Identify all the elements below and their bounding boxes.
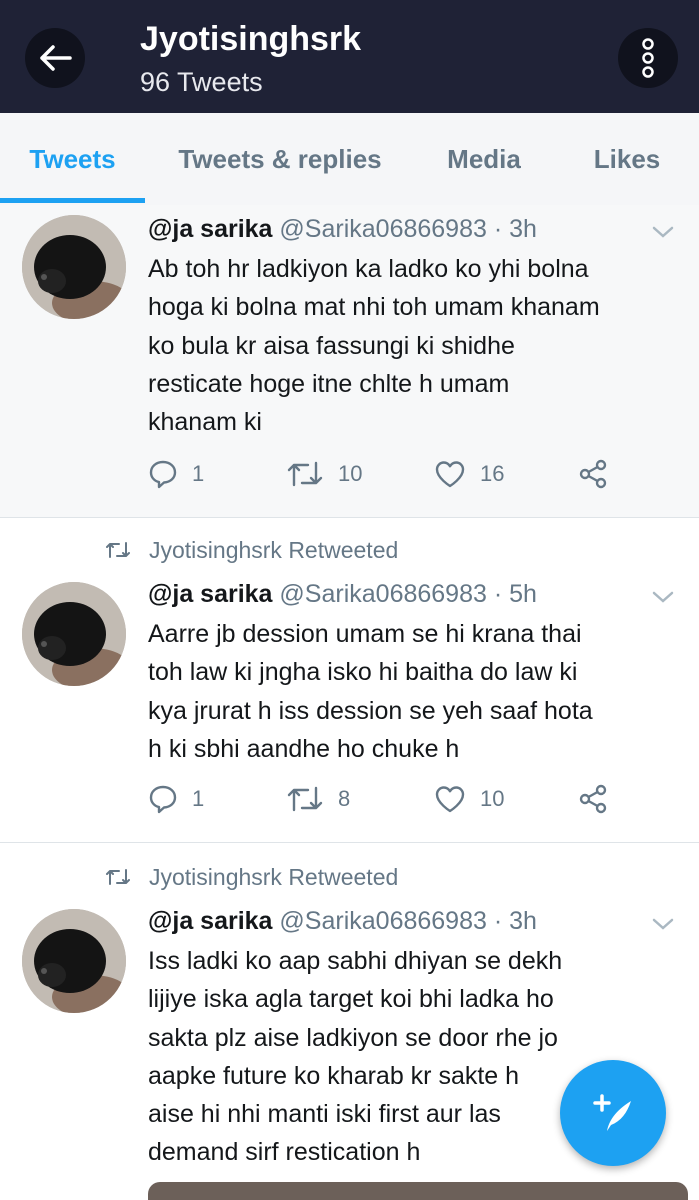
more-vertical-icon (642, 38, 654, 78)
like-count: 16 (480, 461, 505, 486)
share-icon (579, 459, 607, 489)
back-button[interactable] (25, 28, 85, 88)
puppy-avatar-icon (22, 215, 126, 319)
retweet-icon (287, 786, 323, 812)
reply-icon (149, 785, 177, 814)
retweet-button[interactable]: 10 (286, 459, 362, 489)
like-button[interactable]: 10 (434, 784, 504, 814)
like-button[interactable]: 16 (434, 459, 504, 489)
profile-tabs: Tweets Tweets & replies Media Likes (0, 113, 699, 206)
retweet-small-icon (106, 869, 130, 885)
tab-tweets-and-replies[interactable]: Tweets & replies (160, 113, 400, 205)
author-name[interactable]: @ja sarika (148, 215, 272, 243)
author-name[interactable]: @ja sarika (148, 907, 272, 935)
retweet-label[interactable]: Jyotisinghsrk Retweeted (149, 862, 398, 892)
author-name[interactable]: @ja sarika (148, 580, 272, 608)
tweet-card[interactable]: @ja sarika @Sarika06866983 · 3h Ab toh h… (0, 205, 699, 517)
like-count: 10 (480, 786, 505, 811)
retweet-indicator: Jyotisinghsrk Retweeted (105, 535, 398, 565)
retweet-button[interactable]: 8 (286, 784, 350, 814)
share-button[interactable] (578, 459, 622, 489)
heart-icon (435, 461, 465, 488)
author-handle[interactable]: @Sarika06866983 (279, 580, 486, 608)
retweet-count: 8 (338, 786, 351, 811)
tweet-count: 96 Tweets (140, 67, 263, 97)
author-handle[interactable]: @Sarika06866983 (279, 215, 486, 243)
share-button[interactable] (578, 784, 622, 814)
tweet-header: @ja sarika @Sarika06866983 · 3h (148, 905, 537, 937)
tweet-text: Ab toh hr ladkiyon ka ladko ko yhi bolna… (148, 255, 600, 437)
tweet-header: @ja sarika @Sarika06866983 · 3h (148, 213, 537, 245)
tweet-actions: 1 8 10 (0, 784, 699, 824)
retweet-indicator: Jyotisinghsrk Retweeted (105, 862, 398, 892)
chevron-down-icon[interactable] (652, 590, 674, 604)
profile-title-block: Jyotisinghsrk 96 Tweets (140, 18, 361, 100)
reply-count: 1 (192, 461, 205, 486)
compose-tweet-icon (593, 1094, 631, 1131)
separator-dot: · (486, 215, 510, 243)
reply-button[interactable]: 1 (148, 459, 204, 489)
puppy-avatar-icon (22, 909, 126, 1013)
chevron-down-icon[interactable] (652, 917, 674, 931)
avatar[interactable] (22, 909, 126, 1013)
profile-name: Jyotisinghsrk (140, 20, 362, 58)
tweet-card[interactable]: Jyotisinghsrk Retweeted @ja sarika @Sari… (0, 518, 699, 842)
tab-tweets[interactable]: Tweets (0, 113, 145, 205)
app-header: Jyotisinghsrk 96 Tweets (0, 0, 699, 113)
separator-dot: · (486, 580, 510, 608)
avatar[interactable] (22, 582, 126, 686)
avatar[interactable] (22, 215, 126, 319)
retweet-count: 10 (338, 461, 363, 486)
active-tab-indicator (0, 198, 145, 203)
tweet-time: 3h (509, 907, 537, 935)
arrow-left-icon (40, 45, 72, 71)
share-icon (579, 784, 607, 814)
heart-icon (435, 786, 465, 813)
media-preview[interactable] (148, 1182, 688, 1200)
retweet-small-icon (106, 542, 130, 558)
tab-media[interactable]: Media (430, 113, 538, 205)
reply-count: 1 (192, 786, 205, 811)
reply-button[interactable]: 1 (148, 784, 204, 814)
reply-icon (149, 460, 177, 489)
tweet-header: @ja sarika @Sarika06866983 · 5h (148, 578, 537, 610)
retweet-icon (287, 461, 323, 487)
more-options-button[interactable] (618, 28, 678, 88)
tab-likes[interactable]: Likes (578, 113, 676, 205)
tweet-time: 5h (509, 580, 537, 608)
compose-tweet-button[interactable] (560, 1060, 666, 1166)
separator-dot: · (486, 907, 510, 935)
chevron-down-icon[interactable] (652, 225, 674, 239)
tweet-actions: 1 10 16 (0, 459, 699, 499)
tweet-text: Aarre jb dession umam se hi krana thai t… (148, 620, 593, 763)
puppy-avatar-icon (22, 582, 126, 686)
retweet-label[interactable]: Jyotisinghsrk Retweeted (149, 535, 398, 565)
author-handle[interactable]: @Sarika06866983 (279, 907, 486, 935)
tweet-time: 3h (509, 215, 537, 243)
